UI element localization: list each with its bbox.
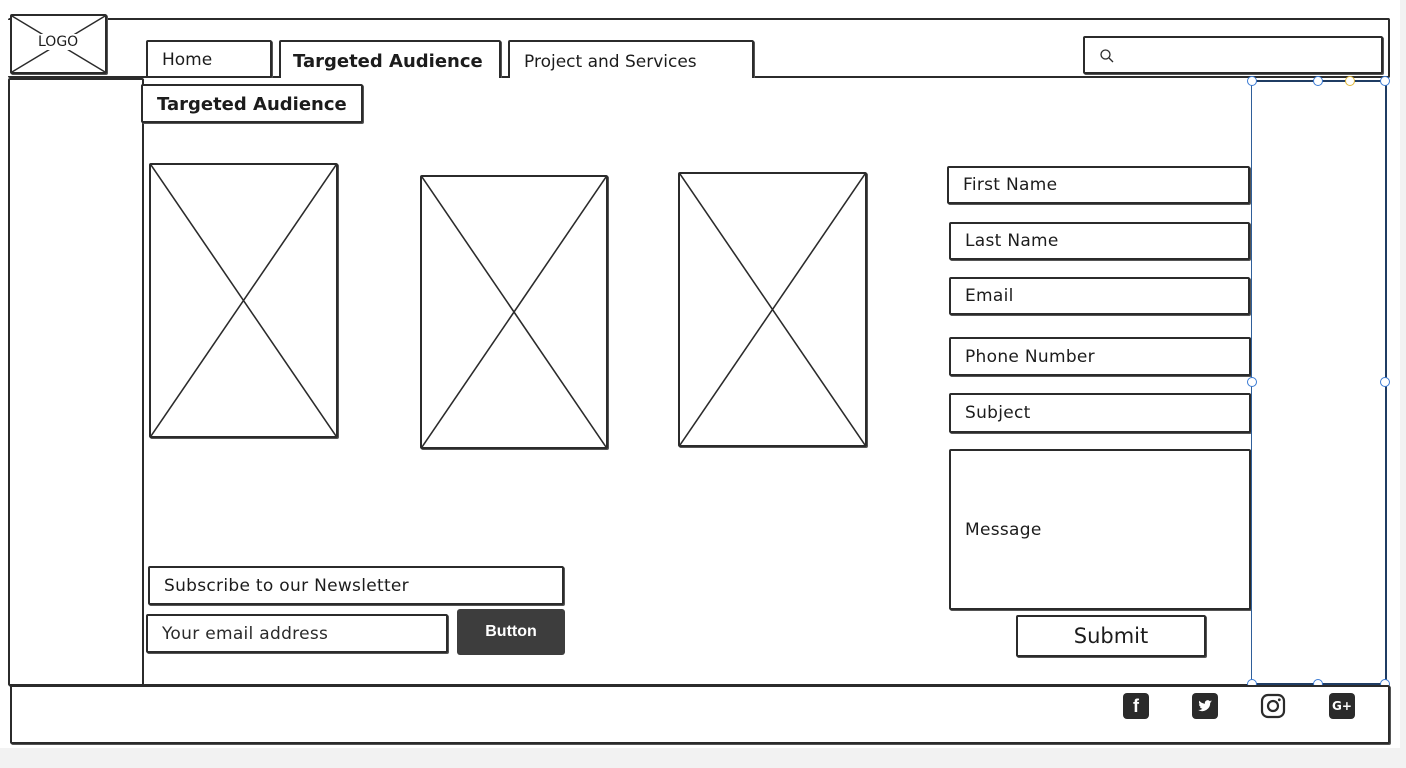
image-cross-icon [422, 177, 606, 447]
resize-handle[interactable] [1247, 76, 1257, 86]
phone-number-field[interactable]: Phone Number [949, 337, 1251, 376]
nav-tab-home-label: Home [162, 50, 213, 70]
twitter-bird-icon [1198, 700, 1212, 712]
right-panel-selected[interactable] [1251, 80, 1387, 685]
submit-label: Submit [1073, 624, 1149, 648]
nav-tab-targeted-audience-label: Targeted Audience [293, 51, 483, 72]
submit-button[interactable]: Submit [1016, 615, 1206, 657]
newsletter-submit-button[interactable]: Button [457, 609, 565, 655]
email-label: Email [965, 286, 1014, 306]
image-placeholder-1 [149, 163, 338, 438]
nav-tab-projects-services-label: Project and Services [524, 52, 697, 72]
twitter-icon[interactable] [1192, 693, 1218, 719]
google-plus-icon[interactable]: G+ [1329, 693, 1355, 719]
rotate-handle[interactable] [1345, 76, 1355, 86]
image-cross-icon [680, 174, 865, 445]
image-cross-icon [151, 165, 336, 436]
image-placeholder-2 [420, 175, 608, 449]
instagram-icon[interactable] [1260, 693, 1286, 719]
resize-handle[interactable] [1380, 76, 1390, 86]
search-box[interactable] [1083, 36, 1383, 74]
newsletter-email-placeholder: Your email address [162, 623, 329, 644]
resize-handle[interactable] [1313, 76, 1323, 86]
section-title-box: Targeted Audience [141, 84, 363, 123]
message-label: Message [965, 519, 1042, 540]
resize-handle[interactable] [1247, 377, 1257, 387]
nav-tab-projects-services[interactable]: Project and Services [508, 40, 754, 80]
subject-field[interactable]: Subject [949, 393, 1251, 433]
newsletter-email-input[interactable]: Your email address [146, 614, 448, 653]
first-name-label: First Name [963, 175, 1058, 195]
newsletter-label: Subscribe to our Newsletter [164, 575, 409, 596]
phone-number-label: Phone Number [965, 346, 1095, 367]
email-field[interactable]: Email [949, 277, 1250, 315]
search-icon [1100, 49, 1114, 63]
logo-text: LOGO [36, 34, 81, 50]
wireframe-canvas: LOGO Home Targeted Audience Project and … [0, 0, 1400, 748]
newsletter-label-box: Subscribe to our Newsletter [148, 566, 564, 605]
footer-bar [10, 685, 1390, 744]
section-title: Targeted Audience [157, 94, 347, 115]
instagram-camera-icon [1260, 693, 1286, 719]
image-placeholder-3 [678, 172, 867, 447]
last-name-label: Last Name [965, 231, 1059, 251]
facebook-icon[interactable]: f [1123, 693, 1149, 719]
resize-handle[interactable] [1380, 377, 1390, 387]
message-field[interactable]: Message [949, 449, 1251, 610]
subject-label: Subject [965, 403, 1031, 423]
nav-tab-home[interactable]: Home [146, 40, 272, 78]
left-sidebar [8, 78, 144, 686]
nav-tab-targeted-audience[interactable]: Targeted Audience [279, 40, 501, 80]
last-name-field[interactable]: Last Name [949, 222, 1250, 260]
first-name-field[interactable]: First Name [947, 166, 1250, 204]
logo-placeholder[interactable]: LOGO [10, 14, 107, 74]
